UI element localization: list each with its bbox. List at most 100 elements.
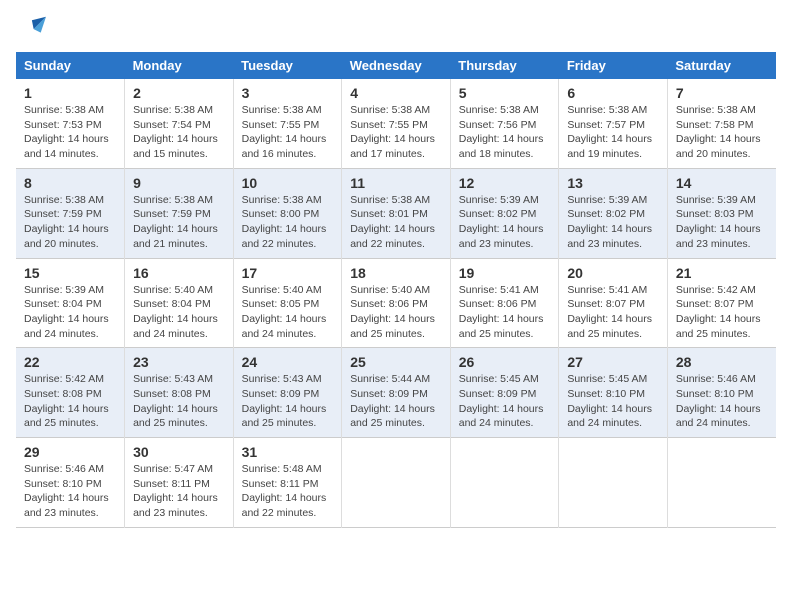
daylight-minutes: and 20 minutes. bbox=[676, 148, 751, 160]
sunrise-label: Sunrise: 5:39 AM bbox=[459, 194, 539, 206]
day-info: Sunrise: 5:38 AM Sunset: 7:54 PM Dayligh… bbox=[133, 103, 225, 162]
calendar-body: 1 Sunrise: 5:38 AM Sunset: 7:53 PM Dayli… bbox=[16, 79, 776, 527]
day-number: 12 bbox=[459, 175, 551, 191]
day-info: Sunrise: 5:39 AM Sunset: 8:04 PM Dayligh… bbox=[24, 283, 116, 342]
sunset-label: Sunset: 8:04 PM bbox=[24, 298, 102, 310]
daylight-label: Daylight: 14 hours bbox=[133, 492, 218, 504]
day-info: Sunrise: 5:40 AM Sunset: 8:04 PM Dayligh… bbox=[133, 283, 225, 342]
sunrise-label: Sunrise: 5:38 AM bbox=[242, 104, 322, 116]
day-number: 23 bbox=[133, 354, 225, 370]
calendar-cell: 9 Sunrise: 5:38 AM Sunset: 7:59 PM Dayli… bbox=[125, 168, 234, 258]
day-info: Sunrise: 5:38 AM Sunset: 7:55 PM Dayligh… bbox=[350, 103, 442, 162]
sunrise-label: Sunrise: 5:43 AM bbox=[242, 373, 322, 385]
day-number: 3 bbox=[242, 85, 334, 101]
day-number: 13 bbox=[567, 175, 659, 191]
day-number: 9 bbox=[133, 175, 225, 191]
day-info: Sunrise: 5:38 AM Sunset: 7:59 PM Dayligh… bbox=[24, 193, 116, 252]
calendar-cell: 4 Sunrise: 5:38 AM Sunset: 7:55 PM Dayli… bbox=[342, 79, 451, 168]
day-info: Sunrise: 5:41 AM Sunset: 8:06 PM Dayligh… bbox=[459, 283, 551, 342]
daylight-minutes: and 25 minutes. bbox=[676, 328, 751, 340]
day-info: Sunrise: 5:40 AM Sunset: 8:06 PM Dayligh… bbox=[350, 283, 442, 342]
daylight-label: Daylight: 14 hours bbox=[133, 223, 218, 235]
daylight-minutes: and 20 minutes. bbox=[24, 238, 99, 250]
daylight-label: Daylight: 14 hours bbox=[133, 313, 218, 325]
daylight-minutes: and 17 minutes. bbox=[350, 148, 425, 160]
calendar-cell: 29 Sunrise: 5:46 AM Sunset: 8:10 PM Dayl… bbox=[16, 438, 125, 528]
sunrise-label: Sunrise: 5:38 AM bbox=[350, 104, 430, 116]
sunrise-label: Sunrise: 5:38 AM bbox=[350, 194, 430, 206]
sunrise-label: Sunrise: 5:38 AM bbox=[133, 194, 213, 206]
day-number: 22 bbox=[24, 354, 116, 370]
calendar-cell: 15 Sunrise: 5:39 AM Sunset: 8:04 PM Dayl… bbox=[16, 258, 125, 348]
daylight-minutes: and 23 minutes. bbox=[24, 507, 99, 519]
daylight-minutes: and 18 minutes. bbox=[459, 148, 534, 160]
day-number: 11 bbox=[350, 175, 442, 191]
sunset-label: Sunset: 8:02 PM bbox=[459, 208, 537, 220]
sunrise-label: Sunrise: 5:47 AM bbox=[133, 463, 213, 475]
daylight-label: Daylight: 14 hours bbox=[567, 133, 652, 145]
daylight-minutes: and 22 minutes. bbox=[350, 238, 425, 250]
sunrise-label: Sunrise: 5:38 AM bbox=[459, 104, 539, 116]
daylight-minutes: and 25 minutes. bbox=[350, 328, 425, 340]
sunrise-label: Sunrise: 5:38 AM bbox=[242, 194, 322, 206]
sunset-label: Sunset: 8:08 PM bbox=[24, 388, 102, 400]
daylight-minutes: and 16 minutes. bbox=[242, 148, 317, 160]
sunset-label: Sunset: 8:08 PM bbox=[133, 388, 211, 400]
day-number: 8 bbox=[24, 175, 116, 191]
day-info: Sunrise: 5:43 AM Sunset: 8:09 PM Dayligh… bbox=[242, 372, 334, 431]
day-info: Sunrise: 5:39 AM Sunset: 8:02 PM Dayligh… bbox=[567, 193, 659, 252]
daylight-minutes: and 14 minutes. bbox=[24, 148, 99, 160]
sunset-label: Sunset: 8:09 PM bbox=[242, 388, 320, 400]
calendar-cell: 22 Sunrise: 5:42 AM Sunset: 8:08 PM Dayl… bbox=[16, 348, 125, 438]
day-info: Sunrise: 5:38 AM Sunset: 7:59 PM Dayligh… bbox=[133, 193, 225, 252]
header-wednesday: Wednesday bbox=[342, 52, 451, 79]
daylight-minutes: and 22 minutes. bbox=[242, 507, 317, 519]
day-number: 20 bbox=[567, 265, 659, 281]
daylight-label: Daylight: 14 hours bbox=[242, 223, 327, 235]
daylight-minutes: and 24 minutes. bbox=[133, 328, 208, 340]
calendar-cell: 3 Sunrise: 5:38 AM Sunset: 7:55 PM Dayli… bbox=[233, 79, 342, 168]
day-info: Sunrise: 5:38 AM Sunset: 7:57 PM Dayligh… bbox=[567, 103, 659, 162]
day-info: Sunrise: 5:38 AM Sunset: 7:58 PM Dayligh… bbox=[676, 103, 768, 162]
day-number: 29 bbox=[24, 444, 116, 460]
calendar-cell: 12 Sunrise: 5:39 AM Sunset: 8:02 PM Dayl… bbox=[450, 168, 559, 258]
calendar-cell: 24 Sunrise: 5:43 AM Sunset: 8:09 PM Dayl… bbox=[233, 348, 342, 438]
calendar-cell: 21 Sunrise: 5:42 AM Sunset: 8:07 PM Dayl… bbox=[667, 258, 776, 348]
header-monday: Monday bbox=[125, 52, 234, 79]
day-number: 25 bbox=[350, 354, 442, 370]
daylight-minutes: and 25 minutes. bbox=[242, 417, 317, 429]
daylight-minutes: and 22 minutes. bbox=[242, 238, 317, 250]
sunrise-label: Sunrise: 5:44 AM bbox=[350, 373, 430, 385]
daylight-label: Daylight: 14 hours bbox=[24, 133, 109, 145]
sunrise-label: Sunrise: 5:38 AM bbox=[567, 104, 647, 116]
day-info: Sunrise: 5:38 AM Sunset: 8:00 PM Dayligh… bbox=[242, 193, 334, 252]
calendar-cell: 7 Sunrise: 5:38 AM Sunset: 7:58 PM Dayli… bbox=[667, 79, 776, 168]
day-info: Sunrise: 5:39 AM Sunset: 8:03 PM Dayligh… bbox=[676, 193, 768, 252]
sunset-label: Sunset: 8:11 PM bbox=[133, 478, 210, 490]
daylight-label: Daylight: 14 hours bbox=[133, 403, 218, 415]
calendar-cell: 10 Sunrise: 5:38 AM Sunset: 8:00 PM Dayl… bbox=[233, 168, 342, 258]
day-info: Sunrise: 5:41 AM Sunset: 8:07 PM Dayligh… bbox=[567, 283, 659, 342]
daylight-label: Daylight: 14 hours bbox=[676, 403, 761, 415]
sunset-label: Sunset: 7:59 PM bbox=[24, 208, 102, 220]
calendar-cell: 19 Sunrise: 5:41 AM Sunset: 8:06 PM Dayl… bbox=[450, 258, 559, 348]
logo-icon bbox=[16, 16, 46, 44]
week-row-4: 22 Sunrise: 5:42 AM Sunset: 8:08 PM Dayl… bbox=[16, 348, 776, 438]
day-number: 5 bbox=[459, 85, 551, 101]
logo bbox=[16, 16, 50, 44]
calendar-cell: 13 Sunrise: 5:39 AM Sunset: 8:02 PM Dayl… bbox=[559, 168, 668, 258]
calendar-cell: 11 Sunrise: 5:38 AM Sunset: 8:01 PM Dayl… bbox=[342, 168, 451, 258]
page-header bbox=[16, 16, 776, 44]
calendar-cell bbox=[342, 438, 451, 528]
daylight-label: Daylight: 14 hours bbox=[242, 313, 327, 325]
header-friday: Friday bbox=[559, 52, 668, 79]
daylight-label: Daylight: 14 hours bbox=[242, 492, 327, 504]
sunset-label: Sunset: 8:11 PM bbox=[242, 478, 319, 490]
sunset-label: Sunset: 8:10 PM bbox=[567, 388, 645, 400]
daylight-minutes: and 25 minutes. bbox=[567, 328, 642, 340]
daylight-label: Daylight: 14 hours bbox=[350, 223, 435, 235]
daylight-label: Daylight: 14 hours bbox=[676, 223, 761, 235]
day-info: Sunrise: 5:39 AM Sunset: 8:02 PM Dayligh… bbox=[459, 193, 551, 252]
sunrise-label: Sunrise: 5:43 AM bbox=[133, 373, 213, 385]
sunrise-label: Sunrise: 5:39 AM bbox=[676, 194, 756, 206]
